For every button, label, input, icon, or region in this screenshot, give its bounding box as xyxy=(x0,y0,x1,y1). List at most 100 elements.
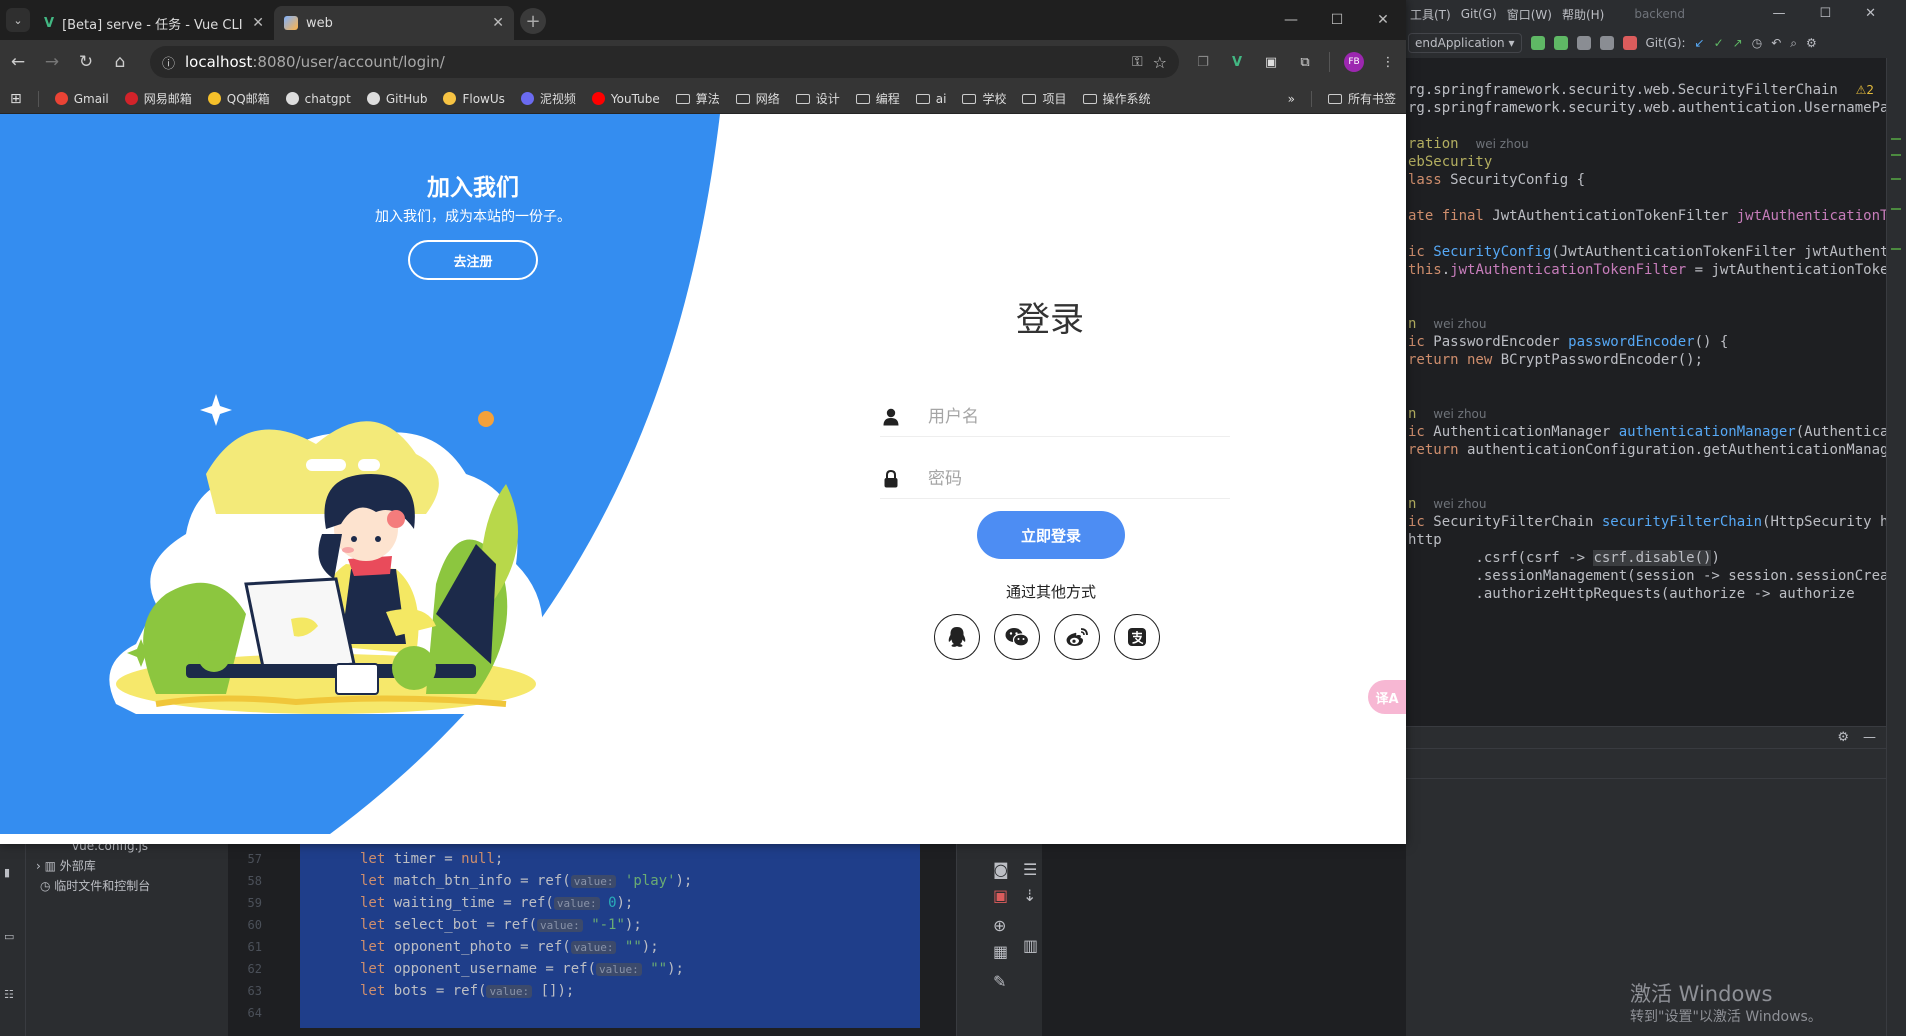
reader-icon[interactable]: ▣ xyxy=(1261,52,1281,72)
scroll-end-icon[interactable]: ⇣ xyxy=(1023,886,1036,905)
code-line-constructor: ic SecurityConfig(JwtAuthenticationToken… xyxy=(1408,244,1886,260)
alipay-login-button[interactable] xyxy=(1114,614,1160,660)
maximize-icon[interactable]: ☐ xyxy=(1314,12,1360,28)
bookmark-star-icon[interactable]: ☆ xyxy=(1153,53,1167,72)
wrap-icon[interactable]: ☰ xyxy=(1023,860,1037,879)
camera-icon[interactable]: ◙ xyxy=(993,860,1009,879)
all-bookmarks[interactable]: 所有书签 xyxy=(1327,90,1396,107)
bookmark-9[interactable]: 网络 xyxy=(735,90,780,107)
profile-icon[interactable] xyxy=(1599,36,1614,50)
debug-icon[interactable] xyxy=(1553,36,1568,50)
ide-close-icon[interactable]: ✕ xyxy=(1865,6,1876,21)
tree-item-scratches[interactable]: ◷ 临时文件和控制台 xyxy=(26,876,228,896)
bookmark-1[interactable]: 网易邮箱 xyxy=(124,90,192,107)
home-icon[interactable]: ⌂ xyxy=(110,52,130,72)
vue-devtools-icon[interactable]: V xyxy=(1227,52,1247,72)
tab-vue-cli[interactable]: V [Beta] serve - 任务 - Vue CLI ✕ xyxy=(34,6,274,40)
ide-console-area xyxy=(1042,838,1406,1036)
folder-icon xyxy=(735,93,750,104)
apps-grid-icon[interactable]: ⊞ xyxy=(10,91,22,107)
minimize-icon[interactable]: — xyxy=(1268,12,1314,28)
web-favicon-icon xyxy=(284,16,298,30)
bookmark-0[interactable]: Gmail xyxy=(54,90,109,107)
code-line-session: .sessionManagement(session -> session.se… xyxy=(1408,568,1886,584)
login-button[interactable]: 立即登录 xyxy=(977,511,1125,559)
username-input[interactable] xyxy=(928,406,1208,427)
close-icon[interactable]: ✕ xyxy=(1360,12,1406,28)
git-rollback-icon[interactable]: ↶ xyxy=(1771,36,1781,50)
forward-icon[interactable]: → xyxy=(42,52,62,72)
stop-icon[interactable] xyxy=(1622,36,1637,50)
rerun-icon[interactable] xyxy=(1530,36,1545,50)
ide-side-tools: ◙ ▣ ⊕ ▦ ✎ ☰ ⇣ ▥ xyxy=(956,838,1042,1036)
qq-login-button[interactable] xyxy=(934,614,980,660)
git-push-icon[interactable]: ↗ xyxy=(1733,36,1743,50)
pin-icon[interactable]: ✎ xyxy=(993,972,1006,991)
password-input[interactable] xyxy=(928,468,1208,489)
omnibox[interactable]: ⓘ localhost:8080/user/account/login/ ⚿ ☆ xyxy=(150,46,1179,78)
github-icon xyxy=(366,92,380,105)
clear-icon[interactable]: ▣ xyxy=(993,886,1008,905)
tab-search-icon[interactable]: ⌄ xyxy=(6,8,30,32)
bookmark-6[interactable]: 泥视频 xyxy=(520,90,576,107)
bookmark-3[interactable]: chatgpt xyxy=(285,90,351,107)
password-key-icon[interactable]: ⚿ xyxy=(1132,54,1143,70)
tab-close-icon[interactable]: ✕ xyxy=(492,15,504,31)
bookmarks-bar: ⊞ Gmail 网易邮箱 QQ邮箱 chatgpt GitHub FlowUs 泥视频 You… xyxy=(0,84,1406,114)
signup-panel: 加入我们 加入我们，成为本站的一份子。 去注册 xyxy=(0,114,950,834)
bookmark-7[interactable]: YouTube xyxy=(591,90,660,107)
bookmarks-tool-icon[interactable]: ▮ xyxy=(4,866,10,879)
profile-avatar[interactable]: FB xyxy=(1344,52,1364,72)
translate-float-button[interactable]: 译A xyxy=(1368,680,1406,714)
bookmark-4[interactable]: GitHub xyxy=(366,90,427,107)
ide-menu-help[interactable]: 帮助(H) xyxy=(1562,6,1604,23)
bookmark-10[interactable]: 设计 xyxy=(795,90,840,107)
wechat-login-button[interactable] xyxy=(994,614,1040,660)
signup-button[interactable]: 去注册 xyxy=(408,240,538,280)
run-panel-hide-icon[interactable]: — xyxy=(1863,730,1876,745)
vue-script-editor[interactable]: const store = useStore(); let timer = nu… xyxy=(300,829,920,1028)
bookmarks-overflow-icon[interactable]: » xyxy=(1288,92,1295,106)
git-commit-icon[interactable]: ✓ xyxy=(1714,36,1724,50)
run-panel-settings-icon[interactable]: ⚙ xyxy=(1837,730,1849,745)
ide-search-icon[interactable]: ⌕ xyxy=(1790,36,1797,51)
folder-icon xyxy=(915,93,930,104)
ide-menu-window[interactable]: 窗口(W) xyxy=(1507,6,1552,23)
tree-item-external-libs[interactable]: › ▥ 外部库 xyxy=(26,856,228,876)
ide-settings-icon[interactable]: ⚙ xyxy=(1806,36,1817,50)
extensions-puzzle-icon[interactable]: ⧉ xyxy=(1295,52,1315,72)
browser-menu-icon[interactable]: ⋮ xyxy=(1378,52,1398,72)
security-config-editor[interactable]: rg.springframework.security.web.Security… xyxy=(1406,58,1886,726)
line-numbers: 56 57 58 59 60 61 62 63 64 xyxy=(228,830,268,1036)
inspect-icon[interactable]: ⊕ xyxy=(993,916,1006,935)
structure-tool-icon[interactable]: ☷ xyxy=(4,988,14,1001)
bookmark-12[interactable]: ai xyxy=(915,90,946,107)
bookmark-13[interactable]: 学校 xyxy=(962,90,1006,107)
extension-copy-icon[interactable]: ❐ xyxy=(1193,52,1213,72)
ide-menu-git[interactable]: Git(G) xyxy=(1461,7,1497,21)
weibo-login-button[interactable] xyxy=(1054,614,1100,660)
coverage-icon[interactable] xyxy=(1576,36,1591,50)
run-config-select[interactable]: endApplication ▾ xyxy=(1408,33,1522,53)
site-info-icon[interactable]: ⓘ xyxy=(162,53,175,72)
ide-maximize-icon[interactable]: ☐ xyxy=(1819,6,1831,21)
tab-web[interactable]: web ✕ xyxy=(274,6,514,40)
bookmark-2[interactable]: QQ邮箱 xyxy=(207,90,270,107)
bookmark-5[interactable]: FlowUs xyxy=(443,90,505,107)
reload-icon[interactable]: ↻ xyxy=(76,52,96,72)
layout-icon[interactable]: ▦ xyxy=(993,942,1008,961)
ide-menu-tools[interactable]: 工具(T) xyxy=(1410,6,1451,23)
git-history-icon[interactable]: ◷ xyxy=(1752,36,1762,50)
folder-icon xyxy=(1082,93,1097,104)
bookmark-8[interactable]: 算法 xyxy=(675,90,720,107)
new-tab-button[interactable]: + xyxy=(520,8,546,34)
git-update-icon[interactable]: ↙ xyxy=(1695,36,1705,50)
back-icon[interactable]: ← xyxy=(8,52,28,72)
npm-tool-icon[interactable]: ▭ xyxy=(4,930,14,943)
trash-icon[interactable]: ▥ xyxy=(1023,936,1038,955)
tab-close-icon[interactable]: ✕ xyxy=(252,15,264,31)
bookmark-14[interactable]: 项目 xyxy=(1022,90,1067,107)
ide-minimize-icon[interactable]: — xyxy=(1772,6,1785,21)
bookmark-15[interactable]: 操作系统 xyxy=(1082,90,1151,107)
bookmark-11[interactable]: 编程 xyxy=(855,90,900,107)
